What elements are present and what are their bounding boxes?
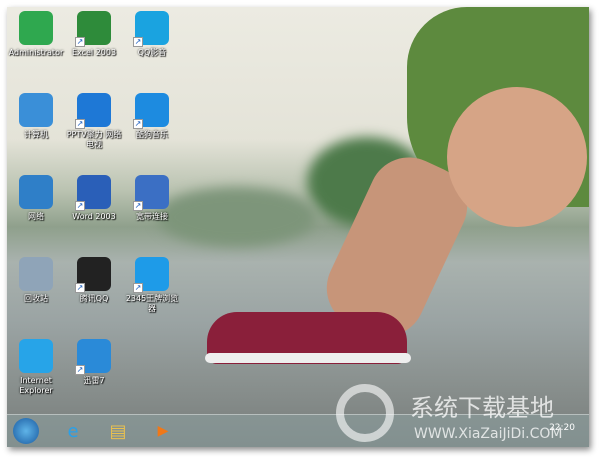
- desktop-icon[interactable]: ↗ Word 2003: [64, 175, 124, 222]
- shortcut-arrow-icon: ↗: [75, 37, 85, 47]
- shortcut-arrow-icon: ↗: [75, 201, 85, 211]
- desktop-icon-label: 2345王牌浏览器: [125, 294, 179, 313]
- desktop-icon[interactable]: 回收站: [7, 257, 66, 304]
- user-icon: [19, 11, 53, 45]
- shortcut-arrow-icon: ↗: [75, 283, 85, 293]
- qq-penguin-icon: ↗: [75, 257, 111, 293]
- start-orb-icon[interactable]: [13, 418, 39, 444]
- pptv-icon: ↗: [75, 93, 111, 129]
- desktop-icon[interactable]: ↗ 2345王牌浏览器: [122, 257, 182, 314]
- shortcut-arrow-icon: ↗: [75, 119, 85, 129]
- desktop-icon[interactable]: 计算机: [7, 93, 66, 140]
- desktop-icon-label: QQ影音: [137, 48, 167, 57]
- desktop-icon[interactable]: ↗ 酷狗音乐: [122, 93, 182, 140]
- desktop-icon-label: PPTV聚力 网络电视: [66, 130, 122, 149]
- desktop-icon[interactable]: Internet Explorer: [7, 339, 66, 396]
- desktop-icon-label: 迅雷7: [83, 376, 105, 385]
- desktop-icon[interactable]: ↗ Excel 2003: [64, 11, 124, 58]
- desktop-icon[interactable]: ↗ QQ影音: [122, 11, 182, 58]
- shortcut-arrow-icon: ↗: [133, 37, 143, 47]
- desktop-icon-label: Internet Explorer: [19, 376, 53, 395]
- watermark-logo-icon: [336, 384, 394, 442]
- ie-icon: [19, 339, 53, 373]
- desktop-icon-label: Administrator: [8, 48, 64, 57]
- desktop-icon-label: 宽带连接: [136, 212, 168, 221]
- desktop-icon[interactable]: ↗ 迅雷7: [64, 339, 124, 386]
- taskbar-media-player-icon[interactable]: ▶: [149, 418, 177, 444]
- broadband-icon: ↗: [133, 175, 169, 211]
- watermark-url: WWW.XiaZaiJiDi.COM: [414, 426, 563, 442]
- desktop-icon[interactable]: Administrator: [7, 11, 66, 58]
- watermark-title: 系统下载基地: [410, 394, 554, 422]
- shortcut-arrow-icon: ↗: [133, 283, 143, 293]
- desktop-icon[interactable]: ↗ 宽带连接: [122, 175, 182, 222]
- shortcut-arrow-icon: ↗: [75, 365, 85, 375]
- desktop-icon-label: Word 2003: [72, 212, 116, 221]
- desktop-icon-label: 腾讯QQ: [79, 294, 109, 303]
- excel-icon: ↗: [75, 11, 111, 47]
- desktop-icon[interactable]: ↗ 腾讯QQ: [64, 257, 124, 304]
- taskbar-ie-icon[interactable]: e: [59, 418, 87, 444]
- wallpaper-knee: [447, 87, 587, 227]
- desktop-icon-label: 回收站: [24, 294, 48, 303]
- browser-2345-icon: ↗: [133, 257, 169, 293]
- taskbar-explorer-folder-icon[interactable]: ▤: [104, 418, 132, 444]
- qq-player-icon: ↗: [133, 11, 169, 47]
- desktop-icon[interactable]: 网络: [7, 175, 66, 222]
- wallpaper-sole: [205, 353, 411, 363]
- kugou-icon: ↗: [133, 93, 169, 129]
- desktop-icon[interactable]: ↗ PPTV聚力 网络电视: [64, 93, 124, 150]
- computer-icon: [19, 93, 53, 127]
- word-icon: ↗: [75, 175, 111, 211]
- desktop-icon-label: 计算机: [24, 130, 48, 139]
- desktop-icon-label: 网络: [28, 212, 44, 221]
- desktop[interactable]: Administrator ↗ Excel 2003 ↗ QQ影音 计算机 ↗ PPTV聚力 …: [7, 7, 589, 447]
- desktop-icon-label: 酷狗音乐: [136, 130, 168, 139]
- shortcut-arrow-icon: ↗: [133, 201, 143, 211]
- shortcut-arrow-icon: ↗: [133, 119, 143, 129]
- network-globe-icon: [19, 175, 53, 209]
- recycle-bin-icon: [19, 257, 53, 291]
- desktop-icon-label: Excel 2003: [71, 48, 117, 57]
- xunlei-bird-icon: ↗: [75, 339, 111, 375]
